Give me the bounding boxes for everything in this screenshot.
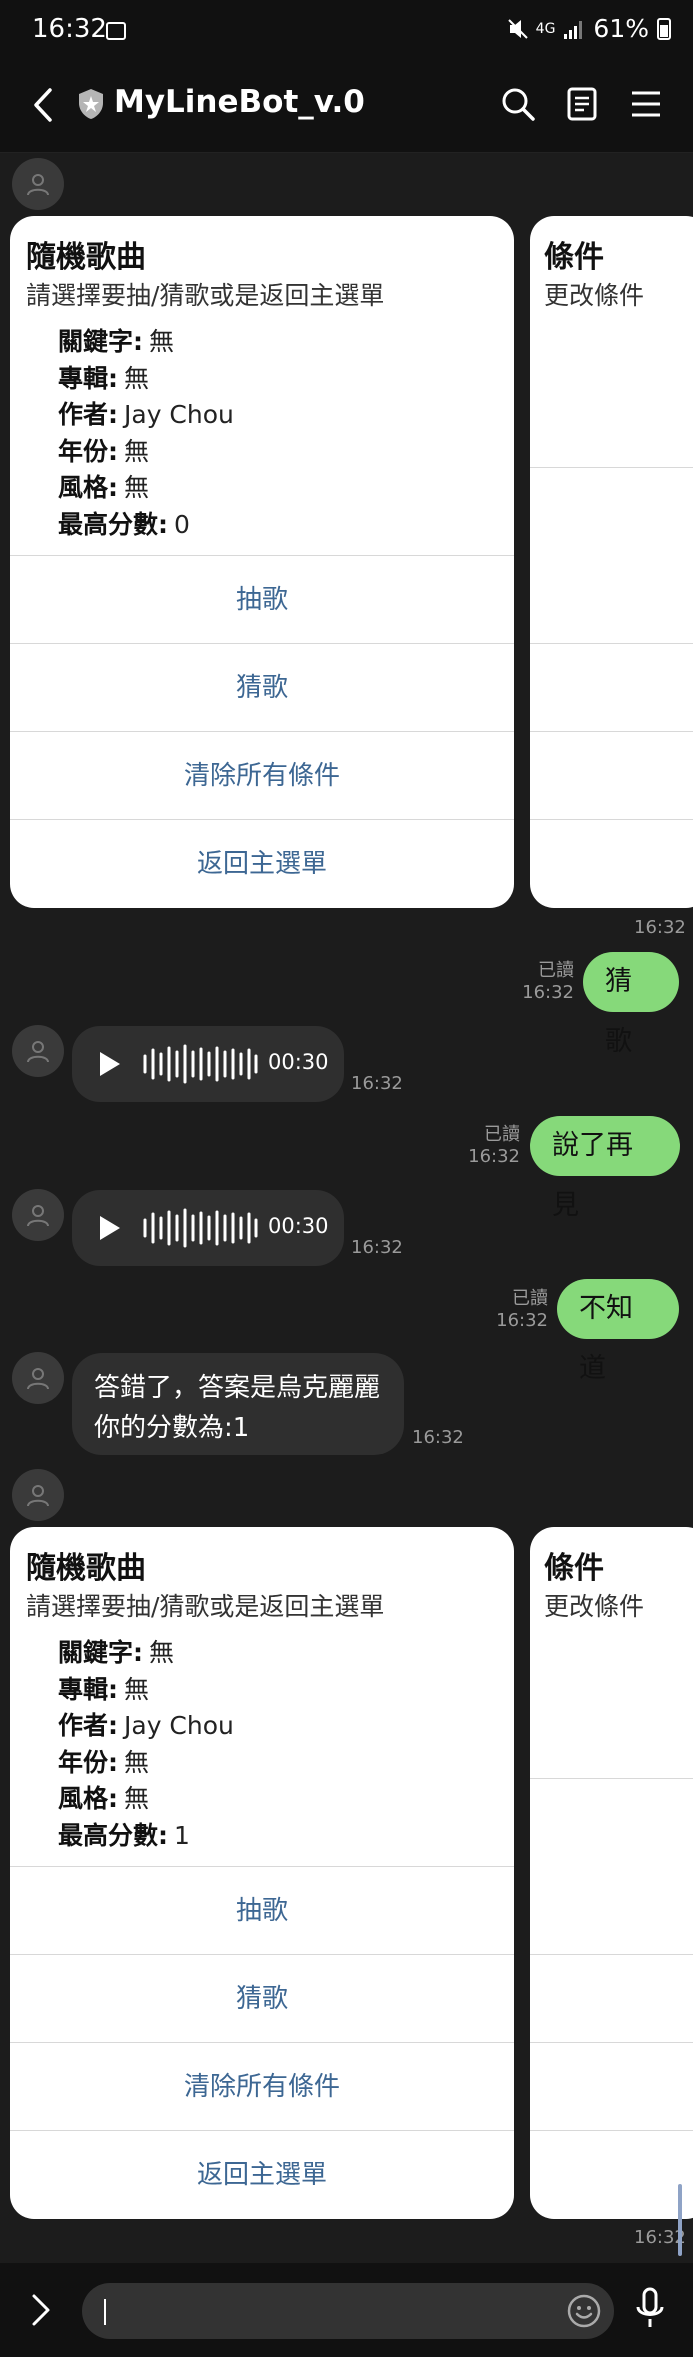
status-bar: 16:32 4G 61% bbox=[0, 0, 693, 58]
network-type: 4G bbox=[535, 20, 556, 37]
read-receipt: 已讀 16:32 bbox=[496, 1288, 548, 1331]
condition-list: 關鍵字: 無 專輯: 無 作者: Jay Chou 年份: 無 風格: 無 最高分數: 1 bbox=[58, 1635, 234, 1854]
condition-album: 專輯: 無 bbox=[58, 1674, 150, 1704]
condition-year: 年份: 無 bbox=[58, 436, 150, 466]
message-time: 16:32 bbox=[634, 917, 686, 938]
card-title: 隨機歌曲 bbox=[26, 1551, 146, 1586]
clear-conditions-button[interactable]: 清除所有條件 bbox=[10, 2042, 514, 2131]
back-to-main-menu-button[interactable]: 返回主選單 bbox=[10, 2130, 514, 2219]
song-menu-card: 隨機歌曲 請選擇要抽/猜歌或是返回主選單 關鍵字: 無 專輯: 無 作者: Jay C… bbox=[10, 216, 514, 908]
status-indicators: 4G 61% bbox=[507, 14, 671, 43]
bot-avatar[interactable] bbox=[12, 1352, 64, 1404]
condition-list: 關鍵字: 無 專輯: 無 作者: Jay Chou 年份: 無 風格: 無 最高分數: 0 bbox=[58, 324, 234, 543]
bot-avatar[interactable] bbox=[12, 1025, 64, 1077]
divider bbox=[530, 2042, 693, 2043]
gallery-icon bbox=[106, 22, 126, 40]
card-subtitle: 請選擇要抽/猜歌或是返回主選單 bbox=[26, 281, 385, 310]
default-user-icon bbox=[27, 1041, 49, 1063]
guess-song-button[interactable]: 猜歌 bbox=[10, 1954, 514, 2043]
default-user-icon bbox=[27, 1485, 49, 1507]
message-line: 你的分數為:1 bbox=[94, 1413, 250, 1443]
emoji-icon[interactable] bbox=[566, 2293, 602, 2329]
condition-keyword: 關鍵字: 無 bbox=[58, 1638, 175, 1667]
clear-conditions-button[interactable]: 清除所有條件 bbox=[10, 731, 514, 820]
divider bbox=[530, 1954, 693, 1955]
battery-percent: 61% bbox=[593, 14, 649, 43]
back-to-main-menu-button[interactable]: 返回主選單 bbox=[10, 819, 514, 908]
condition-genre: 風格: 無 bbox=[58, 1784, 150, 1813]
audio-message[interactable]: 00:30 bbox=[72, 1190, 344, 1266]
message-time: 16:32 bbox=[351, 1073, 403, 1094]
audio-duration: 00:30 bbox=[268, 1050, 329, 1074]
condition-artist: 作者: Jay Chou bbox=[58, 1711, 234, 1740]
divider bbox=[530, 731, 693, 732]
condition-high-score: 最高分數: 0 bbox=[58, 509, 190, 539]
message-input[interactable] bbox=[82, 2283, 614, 2339]
chat-title: MyLineBot_v.0 bbox=[114, 84, 365, 120]
divider bbox=[530, 467, 693, 468]
card-subtitle: 請選擇要抽/猜歌或是返回主選單 bbox=[26, 1592, 385, 1621]
bot-avatar[interactable] bbox=[12, 158, 64, 210]
divider bbox=[530, 819, 693, 820]
battery-icon bbox=[657, 17, 671, 40]
waveform-icon bbox=[143, 1044, 258, 1084]
read-receipt: 已讀 16:32 bbox=[468, 1124, 520, 1167]
draw-song-button[interactable]: 抽歌 bbox=[10, 1866, 514, 1955]
condition-artist: 作者: Jay Chou bbox=[58, 400, 234, 429]
condition-year: 年份: 無 bbox=[58, 1747, 150, 1777]
condition-keyword: 關鍵字: 無 bbox=[58, 327, 175, 356]
condition-high-score: 最高分數: 1 bbox=[58, 1820, 190, 1850]
microphone-icon[interactable] bbox=[634, 2287, 666, 2331]
audio-message[interactable]: 00:30 bbox=[72, 1026, 344, 1102]
mute-icon bbox=[507, 18, 528, 39]
guess-song-button[interactable]: 猜歌 bbox=[10, 643, 514, 732]
official-account-shield-icon bbox=[79, 89, 103, 119]
default-user-icon bbox=[27, 1205, 49, 1227]
search-icon[interactable] bbox=[498, 84, 538, 124]
status-time: 16:32 bbox=[32, 14, 107, 44]
divider bbox=[530, 1778, 693, 1779]
conditions-card[interactable]: 條件 更改條件 bbox=[530, 1527, 693, 2219]
user-message-bubble[interactable]: 說了再見 bbox=[530, 1116, 680, 1221]
text-cursor bbox=[104, 2299, 106, 2325]
scrollbar[interactable] bbox=[678, 2184, 682, 2256]
user-message-bubble[interactable]: 不知道 bbox=[557, 1279, 679, 1384]
message-time: 16:32 bbox=[412, 1427, 464, 1448]
chat-header: MyLineBot_v.0 bbox=[0, 58, 693, 153]
play-icon[interactable] bbox=[100, 1216, 120, 1240]
back-arrow-icon[interactable] bbox=[28, 86, 62, 124]
conditions-card[interactable]: 條件 更改條件 bbox=[530, 216, 693, 908]
side-card-subtitle: 更改條件 bbox=[544, 281, 645, 310]
song-menu-card: 隨機歌曲 請選擇要抽/猜歌或是返回主選單 關鍵字: 無 專輯: 無 作者: Jay C… bbox=[10, 1527, 514, 2219]
waveform-icon bbox=[143, 1208, 258, 1248]
message-line: 答錯了，答案是烏克麗麗 bbox=[94, 1373, 381, 1403]
side-card-title: 條件 bbox=[544, 240, 604, 275]
condition-genre: 風格: 無 bbox=[58, 473, 150, 502]
card-title: 隨機歌曲 bbox=[26, 240, 146, 275]
divider bbox=[530, 643, 693, 644]
message-time: 16:32 bbox=[351, 1237, 403, 1258]
condition-album: 專輯: 無 bbox=[58, 363, 150, 393]
bot-avatar[interactable] bbox=[12, 1469, 64, 1521]
default-user-icon bbox=[27, 1368, 49, 1390]
menu-icon[interactable] bbox=[626, 84, 666, 124]
user-message-bubble[interactable]: 猜歌 bbox=[583, 952, 679, 1057]
divider bbox=[530, 2130, 693, 2131]
side-card-subtitle: 更改條件 bbox=[544, 1592, 645, 1621]
side-card-title: 條件 bbox=[544, 1551, 604, 1586]
audio-duration: 00:30 bbox=[268, 1214, 329, 1238]
read-receipt: 已讀 16:32 bbox=[522, 960, 574, 1003]
play-icon[interactable] bbox=[100, 1052, 120, 1076]
expand-chevron-icon[interactable] bbox=[30, 2293, 52, 2327]
bot-avatar[interactable] bbox=[12, 1189, 64, 1241]
default-user-icon bbox=[27, 174, 49, 196]
signal-icon bbox=[564, 20, 583, 39]
draw-song-button[interactable]: 抽歌 bbox=[10, 555, 514, 644]
bot-text-message[interactable]: 答錯了，答案是烏克麗麗 你的分數為:1 bbox=[72, 1353, 404, 1455]
notes-icon[interactable] bbox=[562, 84, 602, 124]
message-input-bar bbox=[0, 2263, 693, 2357]
